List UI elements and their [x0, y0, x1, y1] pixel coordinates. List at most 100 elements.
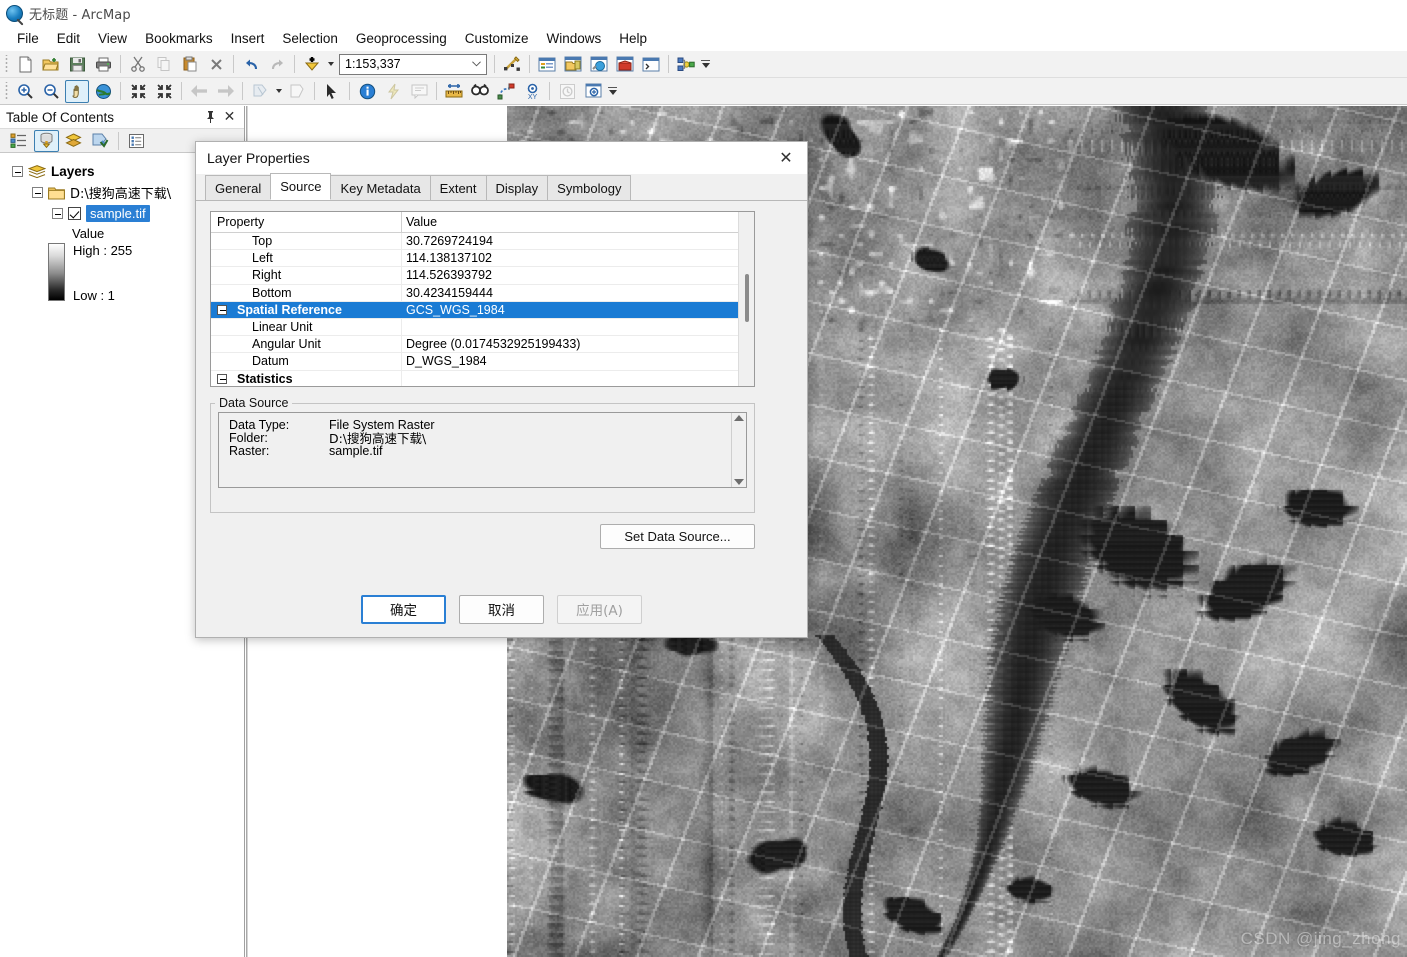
python-window-icon[interactable]	[639, 53, 663, 76]
catalog-icon[interactable]	[561, 53, 585, 76]
toc-layer-label[interactable]: sample.tif	[86, 205, 150, 222]
scroll-up-icon[interactable]	[734, 415, 744, 421]
property-grid-scrollbar[interactable]	[738, 212, 754, 386]
copy-icon[interactable]	[152, 53, 176, 76]
toolbar-overflow-button[interactable]	[606, 80, 619, 103]
editor-toolbar-icon[interactable]	[500, 53, 524, 76]
options-icon[interactable]	[124, 130, 149, 152]
close-icon[interactable]: ✕	[765, 142, 807, 174]
toolbar-grip[interactable]	[3, 54, 10, 74]
print-icon[interactable]	[91, 53, 115, 76]
select-elements-icon[interactable]	[320, 80, 344, 103]
expander-icon[interactable]	[217, 304, 227, 315]
toolbar-overflow-button[interactable]	[699, 53, 712, 76]
arctoolbox-icon[interactable]	[613, 53, 637, 76]
search-window-icon[interactable]	[587, 53, 611, 76]
close-icon[interactable]: ✕	[222, 108, 237, 124]
list-by-selection-icon[interactable]	[88, 130, 113, 152]
paste-icon[interactable]	[178, 53, 202, 76]
tab-key-metadata[interactable]: Key Metadata	[330, 175, 431, 200]
layer-properties-dialog: Layer Properties ✕ General Source Key Me…	[195, 141, 808, 638]
table-row[interactable]: Linear Unit	[211, 318, 754, 337]
tab-extent[interactable]: Extent	[429, 175, 487, 200]
chevron-down-icon[interactable]	[472, 60, 481, 67]
tab-symbology[interactable]: Symbology	[547, 175, 632, 200]
scrollbar-thumb[interactable]	[745, 274, 749, 322]
open-icon[interactable]	[39, 53, 63, 76]
table-row[interactable]: Bottom 30.4234159444	[211, 284, 754, 302]
menu-windows[interactable]: Windows	[538, 28, 611, 49]
list-by-source-icon[interactable]	[34, 129, 59, 152]
list-by-drawing-order-icon[interactable]	[7, 130, 32, 152]
menu-geoprocessing[interactable]: Geoprocessing	[347, 28, 456, 49]
menu-bookmarks[interactable]: Bookmarks	[136, 28, 222, 49]
menu-file[interactable]: File	[8, 28, 48, 49]
table-row-statistics[interactable]: Statistics	[211, 370, 754, 386]
new-map-icon[interactable]	[13, 53, 37, 76]
select-features-dropdown-icon[interactable]	[273, 80, 284, 103]
map-scale-input[interactable]	[340, 55, 458, 73]
cut-icon[interactable]	[126, 53, 150, 76]
expander-icon[interactable]	[217, 373, 227, 384]
clear-selection-icon[interactable]	[285, 80, 309, 103]
zoom-in-icon[interactable]	[13, 80, 37, 103]
go-back-icon[interactable]	[187, 80, 211, 103]
measure-icon[interactable]	[442, 80, 466, 103]
table-row[interactable]: Datum D_WGS_1984	[211, 353, 754, 371]
menu-insert[interactable]: Insert	[222, 28, 274, 49]
menu-edit[interactable]: Edit	[48, 28, 89, 49]
ok-button[interactable]: 确定	[361, 594, 446, 624]
html-popup-icon[interactable]	[407, 80, 431, 103]
cancel-button[interactable]: 取消	[459, 594, 544, 624]
fixed-zoom-out-icon[interactable]	[152, 80, 176, 103]
layer-visibility-checkbox[interactable]	[68, 207, 81, 220]
source-property-grid[interactable]: Property Value Top 30.7269724194 Left 11…	[210, 211, 755, 387]
table-row-spatial-reference[interactable]: Spatial Reference GCS_WGS_1984	[211, 301, 754, 319]
toolbar-grip[interactable]	[3, 81, 10, 101]
save-icon[interactable]	[65, 53, 89, 76]
expander-icon[interactable]	[32, 187, 43, 198]
tab-general[interactable]: General	[205, 175, 272, 200]
globe-extent-icon[interactable]	[91, 80, 115, 103]
menu-customize[interactable]: Customize	[456, 28, 538, 49]
model-builder-icon[interactable]	[674, 53, 698, 76]
menu-help[interactable]: Help	[610, 28, 656, 49]
delete-icon[interactable]	[204, 53, 228, 76]
tab-source[interactable]: Source	[270, 173, 332, 200]
undo-icon[interactable]	[239, 53, 263, 76]
create-viewer-icon[interactable]	[581, 80, 605, 103]
go-forward-icon[interactable]	[213, 80, 237, 103]
fixed-zoom-in-icon[interactable]	[126, 80, 150, 103]
find-icon[interactable]	[468, 80, 492, 103]
menu-selection[interactable]: Selection	[273, 28, 347, 49]
zoom-out-icon[interactable]	[39, 80, 63, 103]
add-data-dropdown-icon[interactable]	[325, 53, 336, 76]
go-to-xy-icon[interactable]: XY	[520, 80, 544, 103]
tab-display[interactable]: Display	[485, 175, 549, 200]
hyperlink-icon[interactable]	[381, 80, 405, 103]
scroll-down-icon[interactable]	[734, 479, 744, 485]
map-scale-combo[interactable]	[339, 53, 487, 75]
menu-view[interactable]: View	[89, 28, 136, 49]
expander-icon[interactable]	[52, 208, 63, 219]
table-row[interactable]: Right 114.526393792	[211, 267, 754, 285]
table-row[interactable]: Top 30.7269724194	[211, 233, 754, 251]
toolbar-separator	[436, 82, 437, 100]
time-slider-icon[interactable]	[555, 80, 579, 103]
identify-icon[interactable]	[355, 80, 379, 103]
set-data-source-button[interactable]: Set Data Source...	[600, 524, 755, 549]
redo-icon[interactable]	[265, 53, 289, 76]
table-row[interactable]: Angular Unit Degree (0.0174532925199433)	[211, 336, 754, 354]
pin-icon[interactable]	[203, 109, 218, 124]
find-route-icon[interactable]	[494, 80, 518, 103]
select-features-icon[interactable]	[248, 80, 272, 103]
table-of-contents-icon[interactable]	[535, 53, 559, 76]
list-by-visibility-icon[interactable]	[61, 130, 86, 152]
apply-button[interactable]: 应用(A)	[557, 594, 642, 624]
add-data-icon[interactable]	[300, 53, 324, 76]
data-source-textbox[interactable]: Data Type: File System Raster Folder: D:…	[218, 412, 747, 488]
pan-icon[interactable]	[65, 79, 89, 103]
expander-icon[interactable]	[12, 166, 23, 177]
data-source-scrollbar[interactable]	[731, 413, 746, 487]
table-row[interactable]: Left 114.138137102	[211, 250, 754, 268]
